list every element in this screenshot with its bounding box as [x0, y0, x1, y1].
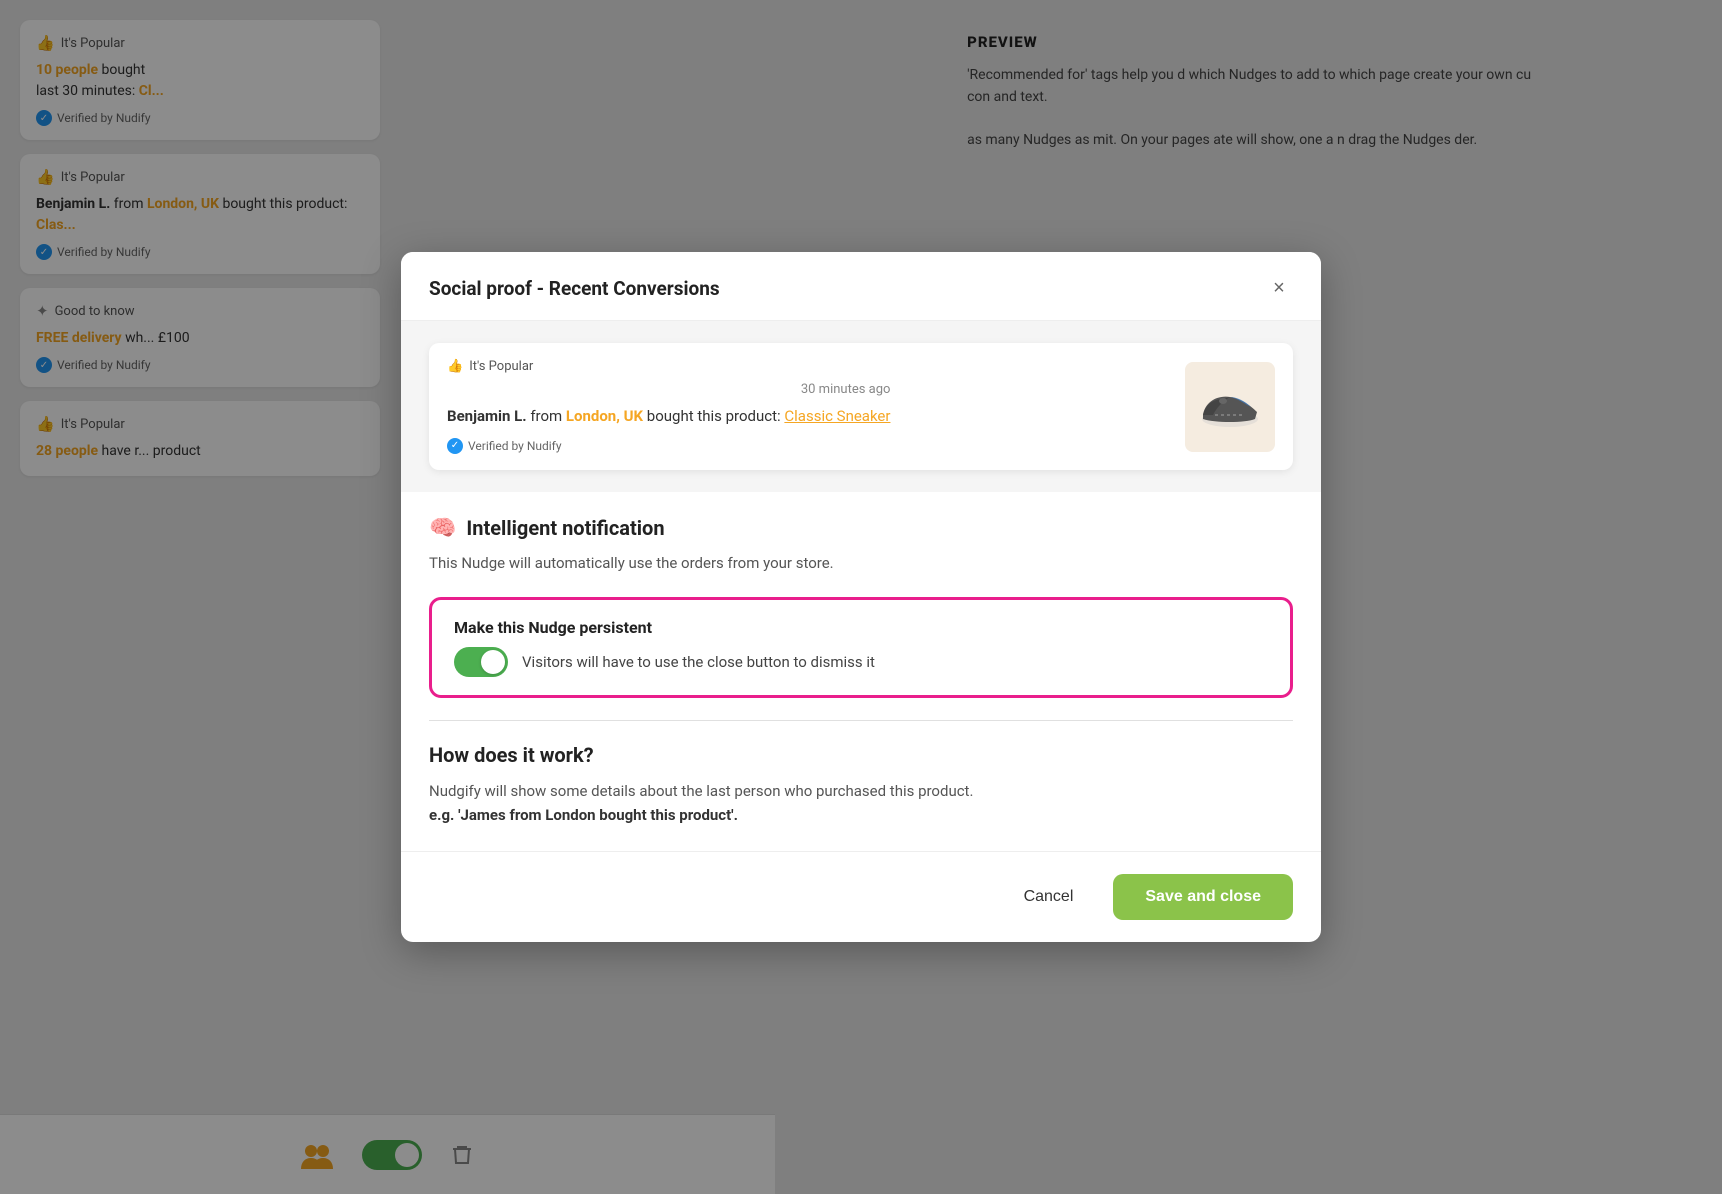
preview-thumb-icon: 👍 [447, 359, 463, 374]
persistent-toggle[interactable] [454, 647, 508, 677]
intelligent-desc: This Nudge will automatically use the or… [429, 551, 1293, 575]
toggle-label: Visitors will have to use the close butt… [522, 653, 875, 671]
preview-city: London, UK [566, 407, 643, 425]
how-example: e.g. 'James from London bought this prod… [429, 806, 738, 824]
intelligent-section-title: 🧠 Intelligent notification [429, 516, 1293, 541]
preview-nudge-tag: 👍 It's Popular [447, 359, 890, 374]
modal: Social proof - Recent Conversions × 👍 It… [401, 252, 1321, 942]
toggle-row: Visitors will have to use the close butt… [454, 647, 1268, 677]
modal-close-button[interactable]: × [1265, 274, 1293, 302]
toggle-thumb [481, 650, 505, 674]
preview-nudge-time: 30 minutes ago [447, 382, 890, 397]
preview-nudge-card: 👍 It's Popular 30 minutes ago Benjamin L… [429, 343, 1293, 470]
how-desc: Nudgify will show some details about the… [429, 779, 1293, 827]
how-title: How does it work? [429, 743, 1293, 767]
cancel-button[interactable]: Cancel [1000, 876, 1098, 918]
preview-verified: ✓ Verified by Nudify [447, 438, 890, 454]
modal-body: 🧠 Intelligent notification This Nudge wi… [401, 492, 1321, 851]
modal-footer: Cancel Save and close [401, 851, 1321, 942]
preview-product-link[interactable]: Classic Sneaker [784, 407, 890, 425]
modal-header: Social proof - Recent Conversions × [401, 252, 1321, 321]
shoe-image [1185, 362, 1275, 452]
divider [429, 720, 1293, 721]
preview-verified-icon: ✓ [447, 438, 463, 454]
brain-icon: 🧠 [429, 516, 456, 541]
preview-nudge-content: 👍 It's Popular 30 minutes ago Benjamin L… [447, 359, 890, 454]
persistent-nudge-box: Make this Nudge persistent Visitors will… [429, 597, 1293, 698]
preview-nudge-body: Benjamin L. from London, UK bought this … [447, 405, 890, 428]
modal-preview-area: 👍 It's Popular 30 minutes ago Benjamin L… [401, 321, 1321, 492]
persistent-title: Make this Nudge persistent [454, 618, 1268, 637]
modal-title: Social proof - Recent Conversions [429, 277, 720, 300]
modal-overlay: Social proof - Recent Conversions × 👍 It… [0, 0, 1722, 1194]
save-and-close-button[interactable]: Save and close [1113, 874, 1293, 920]
persistent-content: Make this Nudge persistent Visitors will… [454, 618, 1268, 677]
